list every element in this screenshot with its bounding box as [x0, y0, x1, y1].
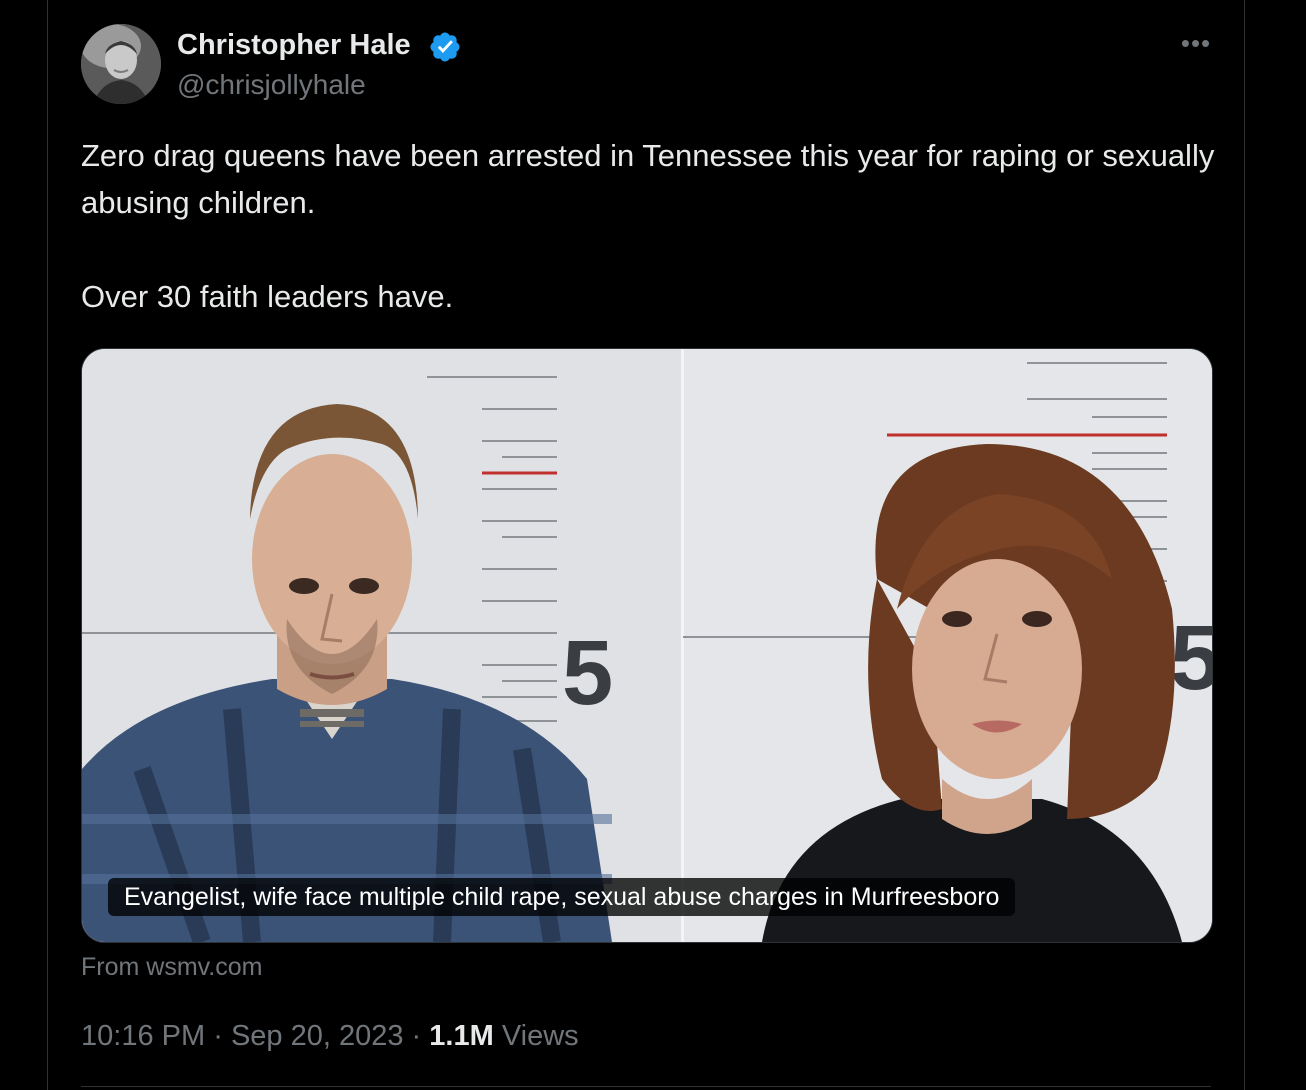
tweet-date[interactable]: Sep 20, 2023	[231, 1020, 404, 1052]
height-marker-right: 5	[1170, 607, 1212, 709]
tweet-time[interactable]: 10:16 PM	[81, 1020, 205, 1052]
column-border-left	[47, 0, 48, 1090]
avatar[interactable]	[81, 24, 161, 104]
column-border-right	[1244, 0, 1245, 1090]
height-marker-left: 5	[562, 622, 613, 724]
views-count: 1.1M	[429, 1020, 494, 1052]
views-label: Views	[501, 1020, 579, 1052]
tweet-text-paragraph: Over 30 faith leaders have.	[81, 279, 454, 314]
meta-separator: ·	[411, 1020, 422, 1052]
meta-separator: ·	[213, 1020, 223, 1052]
tweet-meta: 10:16 PM · Sep 20, 2023 · 1.1M Views	[81, 1016, 579, 1056]
mugshot-image: 5 5	[82, 349, 1212, 942]
tweet-screenshot: Christopher Hale @chrisjollyhale ••• Zer…	[0, 0, 1306, 1090]
divider	[81, 1086, 1211, 1087]
author-name[interactable]: Christopher Hale	[177, 27, 411, 63]
verified-badge-icon[interactable]	[428, 30, 462, 64]
tweet-text: Zero drag queens have been arrested in T…	[81, 132, 1221, 320]
tweet-text-paragraph: Zero drag queens have been arrested in T…	[81, 138, 1215, 220]
author-handle[interactable]: @chrisjollyhale	[177, 67, 366, 103]
more-options-icon[interactable]: •••	[1176, 28, 1216, 58]
link-source[interactable]: From wsmv.com	[81, 950, 262, 984]
tweet-media-card[interactable]: 5 5	[81, 348, 1213, 943]
media-caption: Evangelist, wife face multiple child rap…	[108, 878, 1016, 916]
